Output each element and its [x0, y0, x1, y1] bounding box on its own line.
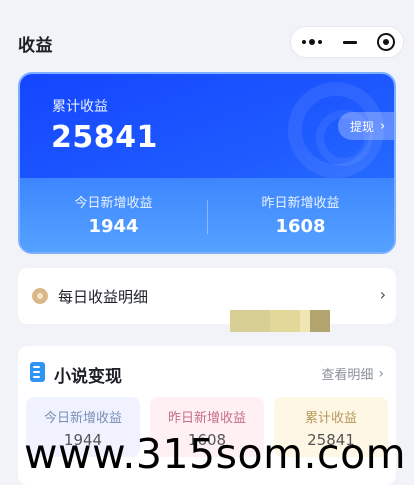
- chevron-right-icon: ›: [380, 118, 386, 134]
- chevron-right-icon: ›: [378, 365, 384, 382]
- daily-earnings-detail-row[interactable]: 每日收益明细 ›: [18, 268, 396, 324]
- today-earnings-value: 1944: [88, 216, 139, 237]
- total-earnings-section: 累计收益 25841 提现 ›: [20, 74, 394, 178]
- image-artifact: [230, 310, 330, 332]
- close-button[interactable]: [367, 27, 405, 57]
- total-earnings-label: 累计收益: [52, 99, 108, 115]
- watermark-text: www.315som.com: [24, 430, 407, 478]
- daily-stats-section: 今日新增收益 1944 昨日新增收益 1608: [20, 178, 394, 252]
- yesterday-earnings-value: 1608: [275, 216, 326, 237]
- more-dots-icon: [302, 39, 322, 45]
- yesterday-earnings-stat: 昨日新增收益 1608: [207, 178, 394, 252]
- today-earnings-label: 今日新增收益: [74, 196, 153, 211]
- earnings-page: 收益 累计收益 25841 提现 › 今日新增收益 1944 昨日新增收益 16…: [0, 0, 414, 485]
- novel-yesterday-label: 昨日新增收益: [167, 411, 246, 426]
- target-close-icon: [377, 33, 395, 51]
- novel-today-label: 今日新增收益: [43, 411, 122, 426]
- coin-icon: [32, 288, 48, 304]
- minimize-button[interactable]: [331, 27, 369, 57]
- mini-program-capsule: [290, 26, 404, 58]
- chevron-right-icon: ›: [379, 285, 386, 304]
- total-earnings-value: 25841: [51, 120, 158, 155]
- minimize-icon: [343, 40, 357, 44]
- view-detail-link[interactable]: 查看明细 ›: [321, 364, 384, 384]
- yesterday-earnings-label: 昨日新增收益: [261, 196, 340, 211]
- more-button[interactable]: [293, 27, 331, 57]
- today-earnings-stat: 今日新增收益 1944: [20, 178, 207, 252]
- withdraw-label: 提现: [350, 119, 375, 134]
- daily-earnings-detail-label: 每日收益明细: [58, 288, 149, 306]
- document-icon: [30, 362, 45, 382]
- page-title: 收益: [18, 36, 53, 56]
- novel-monetization-title: 小说变现: [54, 367, 122, 387]
- earnings-summary-card: 累计收益 25841 提现 › 今日新增收益 1944 昨日新增收益 1608: [18, 72, 396, 254]
- view-detail-label: 查看明细: [321, 368, 374, 383]
- novel-total-label: 累计收益: [304, 411, 357, 426]
- withdraw-button[interactable]: 提现 ›: [338, 112, 394, 140]
